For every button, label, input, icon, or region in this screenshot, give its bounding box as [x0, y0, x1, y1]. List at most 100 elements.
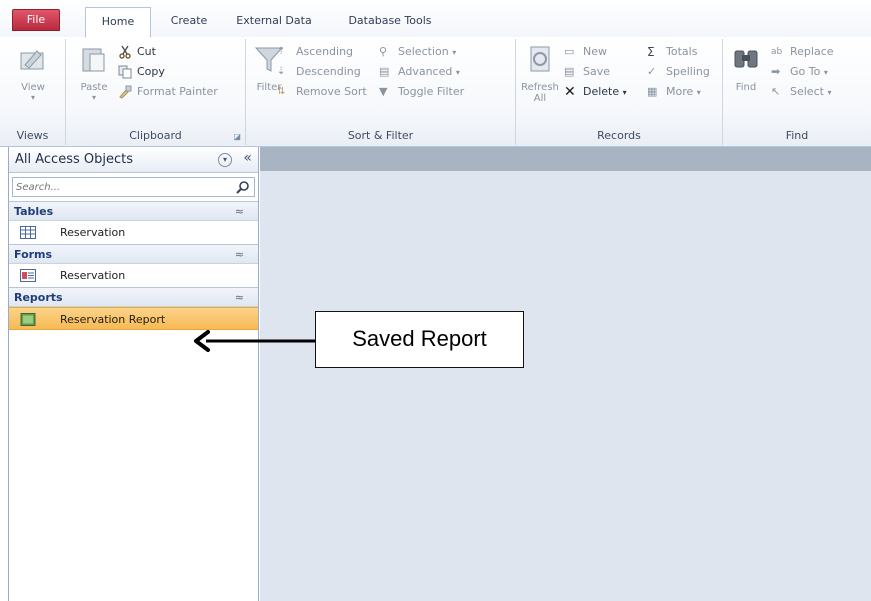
sigma-icon: Σ	[647, 45, 655, 59]
form-icon	[20, 269, 36, 282]
spelling-button[interactable]: ✓ Spelling	[647, 63, 710, 81]
advanced-label: Advanced	[398, 65, 453, 78]
group-label-views: Views	[16, 129, 49, 142]
section-header-reports[interactable]: Reports ≈	[9, 287, 258, 307]
refresh-all-button[interactable]: Refresh All	[520, 43, 560, 104]
save-icon: ▤	[564, 65, 575, 78]
more-label: More	[666, 85, 694, 98]
delete-record-button[interactable]: ✕ Delete ▾	[564, 83, 627, 101]
document-tab-strip	[260, 147, 871, 171]
nav-item-reservation-form[interactable]: Reservation	[9, 264, 258, 287]
view-button[interactable]: View ▾	[10, 43, 56, 102]
cut-button[interactable]: Cut	[118, 43, 156, 61]
spelling-label: Spelling	[666, 65, 710, 78]
nav-item-label: Reservation Report	[60, 313, 166, 326]
save-record-button[interactable]: ▤ Save	[564, 63, 610, 81]
toggle-filter-icon: ▼	[379, 85, 388, 98]
group-views: View ▾ Views	[0, 39, 66, 145]
nav-item-label: Reservation	[60, 269, 126, 282]
advanced-button[interactable]: ▤ Advanced ▾	[379, 63, 460, 81]
navigation-pane: All Access Objects ▾ « Tables ≈ Reservat…	[8, 147, 259, 601]
descending-button[interactable]: ⇣ Descending	[277, 63, 361, 81]
more-icon: ▦	[647, 85, 658, 98]
tab-create[interactable]: Create	[156, 7, 222, 38]
paste-icon	[82, 48, 105, 72]
ribbon-tab-bar: File Home Create External Data Database …	[0, 0, 871, 38]
toggle-filter-button[interactable]: ▼ Toggle Filter	[379, 83, 464, 101]
paste-button[interactable]: Paste ▾	[76, 43, 112, 102]
group-label-records: Records	[597, 129, 641, 142]
table-icon	[20, 226, 36, 239]
binoculars-icon	[734, 50, 758, 68]
cut-label: Cut	[137, 45, 156, 58]
nav-pane-header[interactable]: All Access Objects ▾ «	[9, 147, 258, 173]
tab-home[interactable]: Home	[85, 7, 151, 38]
paste-label: Paste	[80, 82, 108, 93]
tab-external-data[interactable]: External Data	[224, 7, 324, 38]
section-header-forms[interactable]: Forms ≈	[9, 244, 258, 264]
cursor-icon: ↖	[771, 85, 781, 98]
callout-arrow-icon	[194, 330, 316, 352]
group-clipboard: Paste ▾ Cut Copy Format Painter Clipboar…	[66, 39, 246, 145]
collapse-chevron-icon: ≈	[234, 205, 244, 218]
remove-sort-label: Remove Sort	[296, 85, 367, 98]
group-label-clipboard: Clipboard	[129, 129, 182, 142]
nav-search-input[interactable]	[13, 178, 223, 196]
ascending-label: Ascending	[296, 45, 354, 58]
format-painter-button[interactable]: Format Painter	[118, 83, 218, 101]
spelling-icon: ✓	[647, 65, 657, 78]
clipboard-launcher-icon[interactable]: ◪	[233, 132, 241, 141]
copy-label: Copy	[137, 65, 165, 78]
copy-icon	[118, 65, 132, 79]
delete-label: Delete	[583, 85, 620, 98]
report-icon	[20, 313, 36, 326]
nav-menu-dropdown-icon[interactable]: ▾	[218, 153, 232, 167]
nav-item-reservation-report[interactable]: Reservation Report	[9, 307, 258, 330]
section-title-reports: Reports	[14, 291, 63, 304]
format-painter-icon	[119, 85, 132, 99]
go-to-label: Go To	[790, 65, 821, 78]
saved-report-callout: Saved Report	[315, 311, 524, 368]
select-label: Select	[790, 85, 824, 98]
view-label: View	[21, 82, 45, 93]
section-header-tables[interactable]: Tables ≈	[9, 201, 258, 221]
descending-label: Descending	[296, 65, 361, 78]
group-find: Find ab Replace ➡ Go To ▾ ↖ Select ▾ Fin…	[723, 39, 871, 145]
collapse-chevron-icon: ≈	[234, 291, 244, 304]
search-icon[interactable]	[236, 180, 250, 194]
view-icon	[20, 50, 44, 70]
go-to-button[interactable]: ➡ Go To ▾	[771, 63, 828, 81]
replace-button[interactable]: ab Replace	[771, 43, 834, 61]
section-title-tables: Tables	[14, 205, 54, 218]
scissors-icon	[119, 45, 131, 59]
toggle-filter-label: Toggle Filter	[398, 85, 465, 98]
shutter-bar-close-icon[interactable]: «	[243, 150, 252, 166]
go-to-arrow-icon: ➡	[771, 65, 781, 78]
ascending-button[interactable]: ⇡ Ascending	[277, 43, 353, 61]
callout-text: Saved Report	[352, 326, 487, 351]
remove-sort-button[interactable]: ⇅ Remove Sort	[277, 83, 367, 101]
tab-database-tools[interactable]: Database Tools	[336, 7, 444, 38]
refresh-icon	[530, 46, 550, 72]
replace-label: Replace	[790, 45, 834, 58]
selection-button[interactable]: ⚲ Selection ▾	[379, 43, 456, 61]
totals-label: Totals	[666, 45, 698, 58]
copy-button[interactable]: Copy	[118, 63, 165, 81]
nav-item-label: Reservation	[60, 226, 126, 239]
nav-item-reservation-table[interactable]: Reservation	[9, 221, 258, 244]
find-button[interactable]: Find	[729, 43, 763, 93]
remove-sort-icon: ⇅	[277, 86, 286, 97]
selection-icon: ⚲	[379, 45, 388, 58]
tab-file[interactable]: File	[12, 9, 60, 31]
replace-icon: ab	[771, 47, 783, 57]
totals-button[interactable]: Σ Totals	[647, 43, 697, 61]
group-label-sort-filter: Sort & Filter	[347, 129, 414, 142]
group-records: Refresh All ▭ New ▤ Save ✕ Delete ▾ Σ To…	[516, 39, 723, 145]
new-record-button[interactable]: ▭ New	[564, 43, 607, 61]
find-label: Find	[735, 82, 757, 93]
new-record-icon: ▭	[564, 45, 575, 58]
select-button[interactable]: ↖ Select ▾	[771, 83, 831, 101]
group-sort-filter: Filter ⇡ Ascending ⇣ Descending ⇅ Remove…	[246, 39, 516, 145]
more-button[interactable]: ▦ More ▾	[647, 83, 701, 101]
nav-pane-title: All Access Objects	[15, 152, 133, 167]
